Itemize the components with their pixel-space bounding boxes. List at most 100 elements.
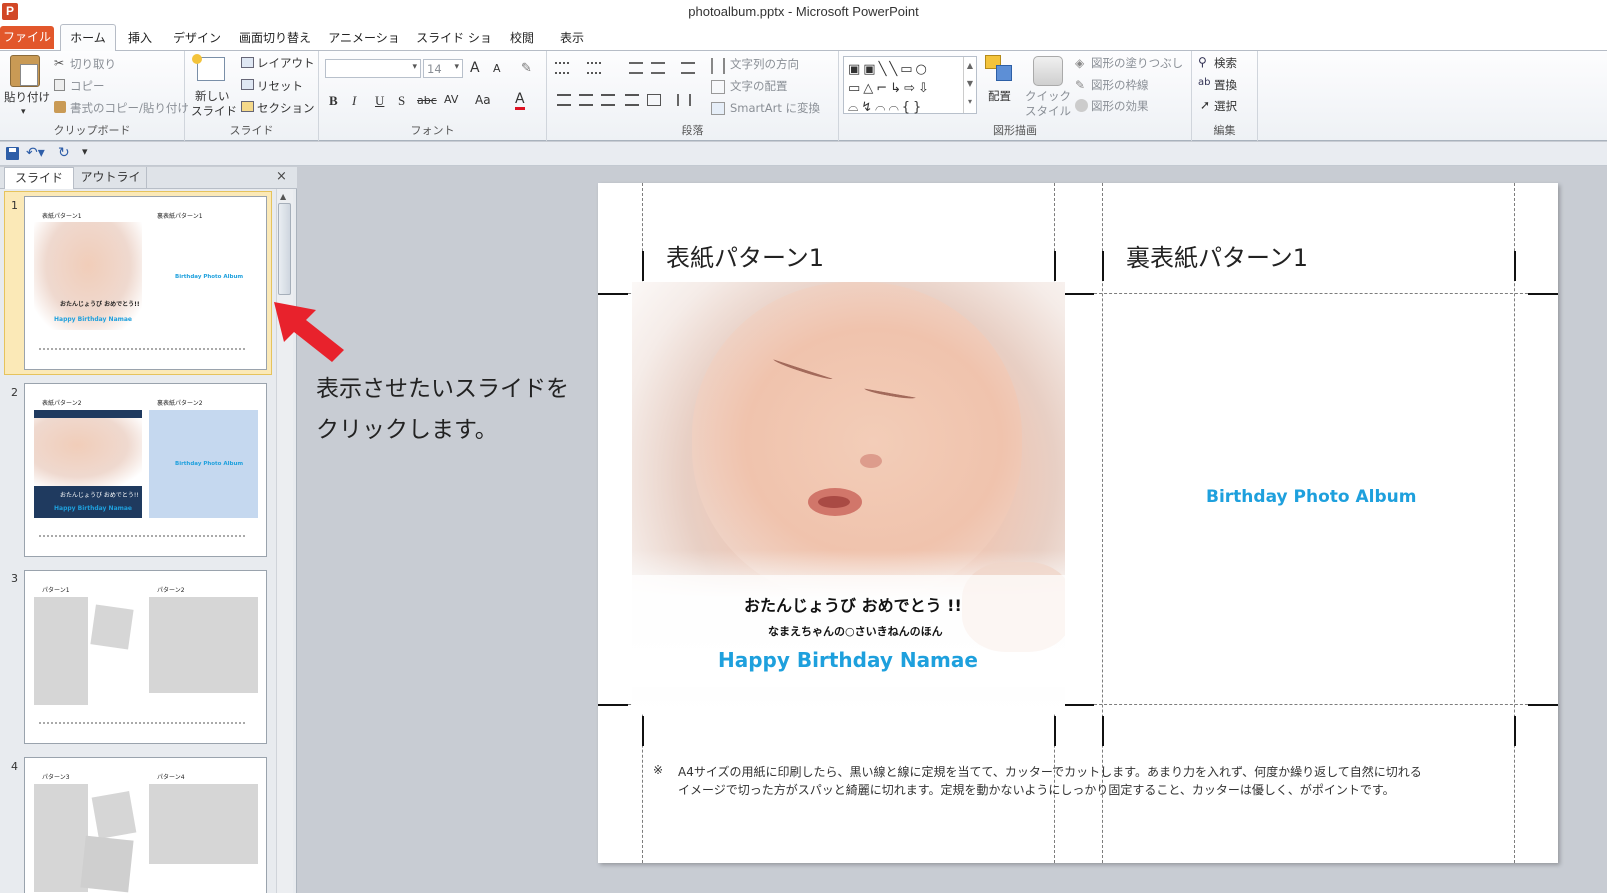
section-button[interactable]: セクション	[257, 100, 315, 116]
font-color-button[interactable]: A	[515, 91, 525, 110]
thumb-placeholder	[34, 597, 88, 705]
tab-slides-pane[interactable]: スライド	[4, 167, 74, 189]
smartart-button[interactable]: SmartArt に変換	[730, 100, 820, 116]
slide-thumb-4[interactable]: パターン3 パターン4	[24, 757, 267, 893]
note-mark: ※	[653, 763, 664, 777]
numbering-icon[interactable]	[587, 62, 601, 74]
align-text-button[interactable]: 文字の配置	[730, 78, 788, 94]
shapes-gallery[interactable]: ▣▣╲╲▭○ ▭△⌐↳⇨⇩ ⌓↯⌒⌒{}	[843, 56, 977, 115]
new-slide-button-line2[interactable]: スライド	[191, 103, 237, 119]
strikethrough-button[interactable]: abc	[417, 94, 437, 107]
slide-thumb-3[interactable]: パターン1 パターン2	[24, 570, 267, 744]
slide-canvas[interactable]: 表紙パターン1 裏表紙パターン1 おたんじょうび おめでとう !! なまえちゃん…	[598, 183, 1558, 863]
drawing-group-label: 図形描画	[993, 124, 1037, 137]
select-button[interactable]: 選択	[1214, 98, 1237, 114]
align-left-icon[interactable]	[557, 94, 571, 106]
shape-fill-button[interactable]: 図形の塗りつぶし	[1091, 55, 1183, 71]
arrange-button[interactable]: 配置	[988, 88, 1011, 104]
columns-icon[interactable]	[677, 94, 691, 106]
scissors-icon: ✂	[54, 56, 65, 70]
shadow-button[interactable]: S	[398, 93, 405, 109]
font-name-dropdown[interactable]: ▾	[325, 59, 421, 78]
bullets-icon[interactable]	[555, 62, 569, 74]
line-spacing-icon[interactable]	[681, 62, 695, 74]
format-painter-button[interactable]: 書式のコピー/貼り付け	[70, 100, 189, 116]
cut-button[interactable]: 切り取り	[70, 56, 116, 72]
tab-slideshow[interactable]: スライド ショー	[416, 28, 492, 66]
tab-file[interactable]: ファイル	[0, 26, 54, 49]
slide-thumb-2[interactable]: 表紙パターン2 裏表紙パターン2 おたんじょうび おめでとう!! Happy B…	[24, 383, 267, 557]
greeting-text[interactable]: おたんじょうび おめでとう !!	[744, 592, 962, 616]
italic-button[interactable]: I	[352, 93, 356, 109]
shrink-font-button[interactable]: A	[493, 62, 501, 75]
thumb-placeholder	[91, 791, 137, 839]
back-cover-title[interactable]: 裏表紙パターン1	[1126, 238, 1308, 273]
clear-format-icon[interactable]: ✎	[521, 61, 537, 76]
slides-pane-scrollbar[interactable]: ▲	[276, 189, 293, 893]
note-line-2[interactable]: イメージで切った方がスパッと綺麗に切れます。定規を動かないようにしっかり固定する…	[678, 781, 1395, 798]
shape-outline-button[interactable]: 図形の枠線	[1091, 77, 1149, 93]
quick-access-toolbar: ↶▾ ↻ ▾	[0, 142, 1607, 166]
tab-review[interactable]: 校閲	[506, 28, 538, 51]
tab-animations[interactable]: アニメーション	[326, 28, 402, 66]
underline-button[interactable]: U	[375, 93, 384, 109]
new-slide-button[interactable]: 新しい	[195, 88, 230, 104]
thumb-number: 2	[11, 386, 18, 399]
quick-styles-button-line2[interactable]: スタイル	[1025, 103, 1071, 119]
char-spacing-button[interactable]: AV	[444, 93, 458, 106]
paste-button[interactable]: 貼り付け	[4, 89, 50, 105]
ribbon: 貼り付け ▾ ✂ 切り取り コピー 書式のコピー/貼り付け クリップボード 新し…	[0, 51, 1607, 141]
reset-icon	[241, 79, 254, 90]
text-direction-button[interactable]: 文字列の方向	[730, 56, 799, 72]
ribbon-tab-bar: ファイル ホーム 挿入 デザイン 画面切り替え アニメーション スライド ショー…	[0, 24, 1607, 66]
tab-transitions[interactable]: 画面切り替え	[238, 28, 312, 51]
bold-button[interactable]: B	[329, 93, 338, 109]
justify-icon[interactable]	[625, 94, 639, 106]
shape-effects-icon	[1075, 99, 1088, 112]
layout-button[interactable]: レイアウト	[257, 55, 315, 71]
tab-design[interactable]: デザイン	[172, 28, 222, 51]
align-center-icon[interactable]	[579, 94, 593, 106]
cover-title[interactable]: 表紙パターン1	[666, 238, 824, 273]
undo-icon[interactable]: ↶▾	[26, 145, 46, 161]
slide-thumb-1[interactable]: 表紙パターン1 裏表紙パターン1 おたんじょうび おめでとう!! Happy B…	[24, 196, 267, 370]
thumb-note-line	[39, 348, 245, 350]
group-paragraph: 文字列の方向 文字の配置 SmartArt に変換 段落	[547, 51, 839, 141]
editing-group-label: 編集	[1213, 124, 1236, 137]
subline-text[interactable]: なまえちゃんの○さいきねんのほん	[768, 623, 943, 639]
slides-pane: スライド アウトライン × 1 表紙パターン1 裏表紙パターン1 おたんじょうび…	[0, 167, 297, 893]
shape-effects-button[interactable]: 図形の効果	[1091, 98, 1149, 114]
replace-button[interactable]: 置換	[1214, 77, 1237, 93]
copy-icon	[54, 79, 65, 91]
save-icon[interactable]	[6, 147, 19, 160]
decrease-indent-icon[interactable]	[629, 62, 643, 74]
thumb-text: パターン1	[42, 587, 70, 594]
change-case-button[interactable]: Aa	[475, 93, 491, 107]
redo-icon[interactable]: ↻	[58, 145, 72, 161]
copy-button[interactable]: コピー	[70, 78, 105, 94]
album-title-text[interactable]: Birthday Photo Album	[1206, 487, 1416, 507]
section-icon	[241, 101, 254, 112]
tab-view[interactable]: 表示	[556, 28, 588, 51]
tab-outline-pane[interactable]: アウトライン	[75, 167, 147, 204]
note-line-1[interactable]: A4サイズの用紙に印刷したら、黒い線と線に定規を当てて、カッターでカットします。…	[678, 763, 1422, 780]
thumb-placeholder	[149, 784, 258, 864]
scrollbar-thumb[interactable]	[278, 203, 291, 295]
distributed-icon[interactable]	[647, 94, 661, 106]
tab-home[interactable]: ホーム	[60, 24, 116, 52]
reset-button[interactable]: リセット	[257, 78, 303, 94]
close-pane-icon[interactable]: ×	[276, 169, 287, 184]
red-arrow-icon	[274, 302, 344, 362]
tab-insert[interactable]: 挿入	[124, 28, 156, 51]
thumb-photo	[34, 222, 142, 330]
find-button[interactable]: 検索	[1214, 55, 1237, 71]
increase-indent-icon[interactable]	[651, 62, 665, 74]
replace-icon: ab	[1198, 77, 1211, 88]
font-size-dropdown[interactable]: 14 ▾	[423, 59, 463, 78]
grow-font-button[interactable]: A	[470, 60, 480, 76]
customize-qat-icon[interactable]: ▾	[82, 145, 92, 161]
align-right-icon[interactable]	[601, 94, 615, 106]
happy-birthday-text[interactable]: Happy Birthday Namae	[718, 648, 978, 672]
align-text-icon	[711, 80, 725, 94]
quick-styles-button[interactable]: クイック	[1025, 88, 1071, 104]
